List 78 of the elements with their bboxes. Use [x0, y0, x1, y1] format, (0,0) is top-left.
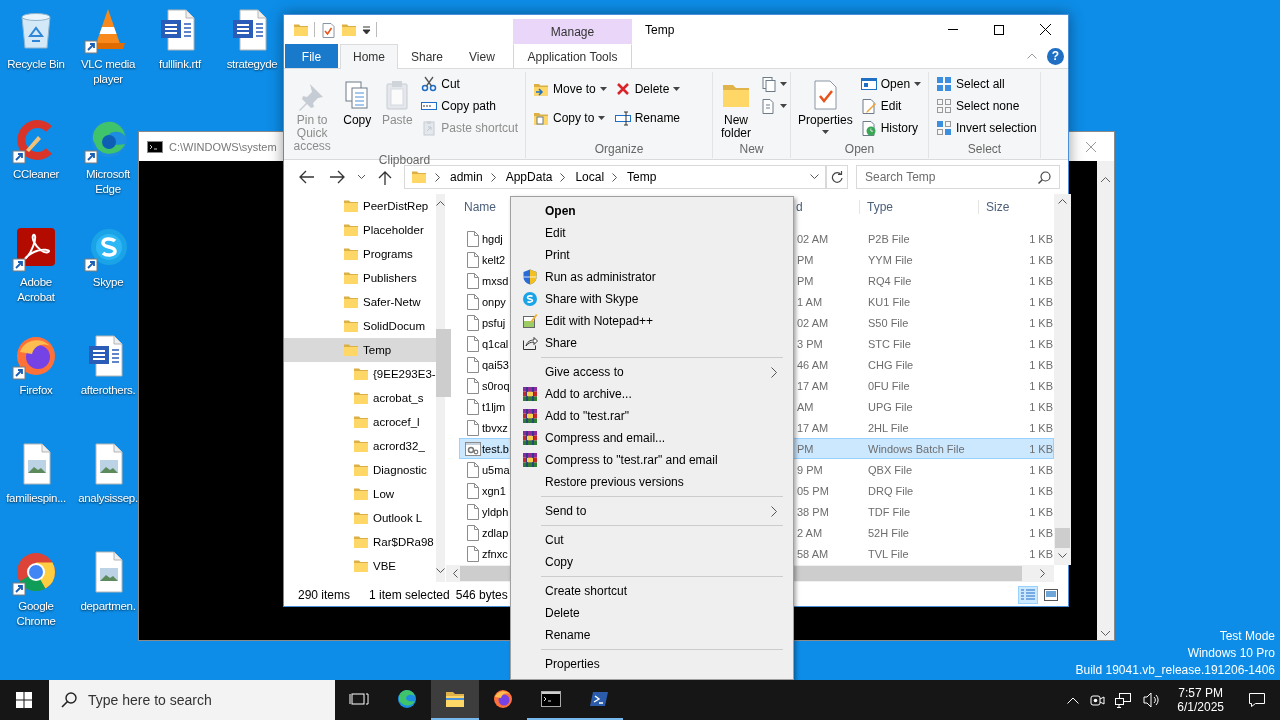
size-cell: 1 KB — [1029, 232, 1053, 245]
size-cell: 1 KB — [1029, 358, 1053, 371]
date-cell: 9 PM — [797, 463, 823, 476]
date-cell: 2 AM — [797, 526, 823, 539]
type-cell: P2B File — [868, 232, 910, 245]
date-cell: AM — [797, 400, 814, 413]
date-cell: 05 PM — [797, 484, 829, 497]
type-cell: TVL File — [868, 547, 909, 560]
type-cell: 52H File — [868, 526, 909, 539]
date-cell: 17 AM — [797, 421, 829, 434]
date-cell: 02 AM — [797, 232, 829, 245]
date-cell: 58 AM — [797, 547, 829, 560]
status-text: 546 bytes — [455, 587, 508, 602]
size-cell: 1 KB — [1029, 295, 1053, 308]
size-cell: 1 KB — [1029, 547, 1053, 560]
group-label: New — [738, 142, 765, 158]
watermark-text: Build 19041.vb_release.191206-1406 — [1075, 662, 1275, 679]
type-cell: Windows Batch File — [868, 442, 965, 455]
size-cell: 1 KB — [1029, 274, 1053, 287]
date-cell: 46 AM — [797, 358, 829, 371]
type-cell: RQ4 File — [868, 274, 912, 287]
type-cell: STC File — [868, 337, 911, 350]
group-label: Organize — [593, 142, 645, 158]
file-name: s0roq — [482, 379, 510, 392]
type-cell: TDF File — [868, 505, 911, 518]
size-cell: 1 KB — [1029, 253, 1053, 266]
size-cell: 1 KB — [1029, 526, 1053, 539]
file-name: zdlap — [482, 526, 509, 539]
size-cell: 1 KB — [1029, 400, 1053, 413]
date-cell: 3 PM — [797, 337, 823, 350]
watermark-text: Windows 10 Pro — [1187, 645, 1275, 662]
group-label: Open — [843, 142, 876, 158]
date-cell: PM — [797, 274, 814, 287]
file-name: test.b — [482, 442, 509, 455]
size-cell: 1 KB — [1029, 442, 1053, 455]
date-cell: PM — [797, 253, 814, 266]
type-cell: 2HL File — [868, 421, 909, 434]
file-name: psfuj — [482, 316, 506, 329]
date-cell: 02 AM — [797, 316, 829, 329]
file-name: u5ma — [482, 463, 510, 476]
date-cell: 17 AM — [797, 379, 829, 392]
size-cell: 1 KB — [1029, 421, 1053, 434]
type-cell: DRQ File — [868, 484, 914, 497]
file-name: tbvxz — [482, 421, 508, 434]
status-text: 290 items — [298, 587, 352, 602]
file-name: q1cal — [482, 337, 509, 350]
size-cell: 1 KB — [1029, 379, 1053, 392]
size-cell: 1 KB — [1029, 316, 1053, 329]
file-name: hgdj — [482, 232, 503, 245]
type-cell: YYM File — [868, 253, 913, 266]
window-title: Temp — [645, 22, 675, 37]
file-name: onpy — [482, 295, 506, 308]
file-name: kelt2 — [482, 253, 506, 266]
type-cell: QBX File — [868, 463, 912, 476]
contextual-tab-header: Manage — [513, 19, 632, 44]
window-title: C:\WINDOWS\system — [169, 140, 277, 153]
type-cell: KU1 File — [868, 295, 911, 308]
date-cell: 38 PM — [797, 505, 829, 518]
status-text: 1 item selected — [369, 587, 450, 602]
type-cell: S50 File — [868, 316, 909, 329]
type-cell: UPG File — [868, 400, 913, 413]
size-cell: 1 KB — [1029, 337, 1053, 350]
watermark-text: Test Mode — [1219, 628, 1275, 645]
type-cell: 0FU File — [868, 379, 910, 392]
file-name: xgn1 — [482, 484, 506, 497]
size-cell: 1 KB — [1029, 505, 1053, 518]
type-cell: CHG File — [868, 358, 914, 371]
group-label: Select — [966, 142, 1003, 158]
file-name: zfnxc — [482, 547, 508, 560]
date-cell: 1 AM — [797, 295, 823, 308]
group-label: Clipboard — [377, 153, 432, 167]
file-name: qai53 — [482, 358, 509, 371]
file-name: yldph — [482, 505, 509, 518]
date-cell: PM — [797, 442, 814, 455]
file-name: t1ljm — [482, 400, 506, 413]
size-cell: 1 KB — [1029, 484, 1053, 497]
file-name: mxsd — [482, 274, 509, 287]
size-cell: 1 KB — [1029, 463, 1053, 476]
